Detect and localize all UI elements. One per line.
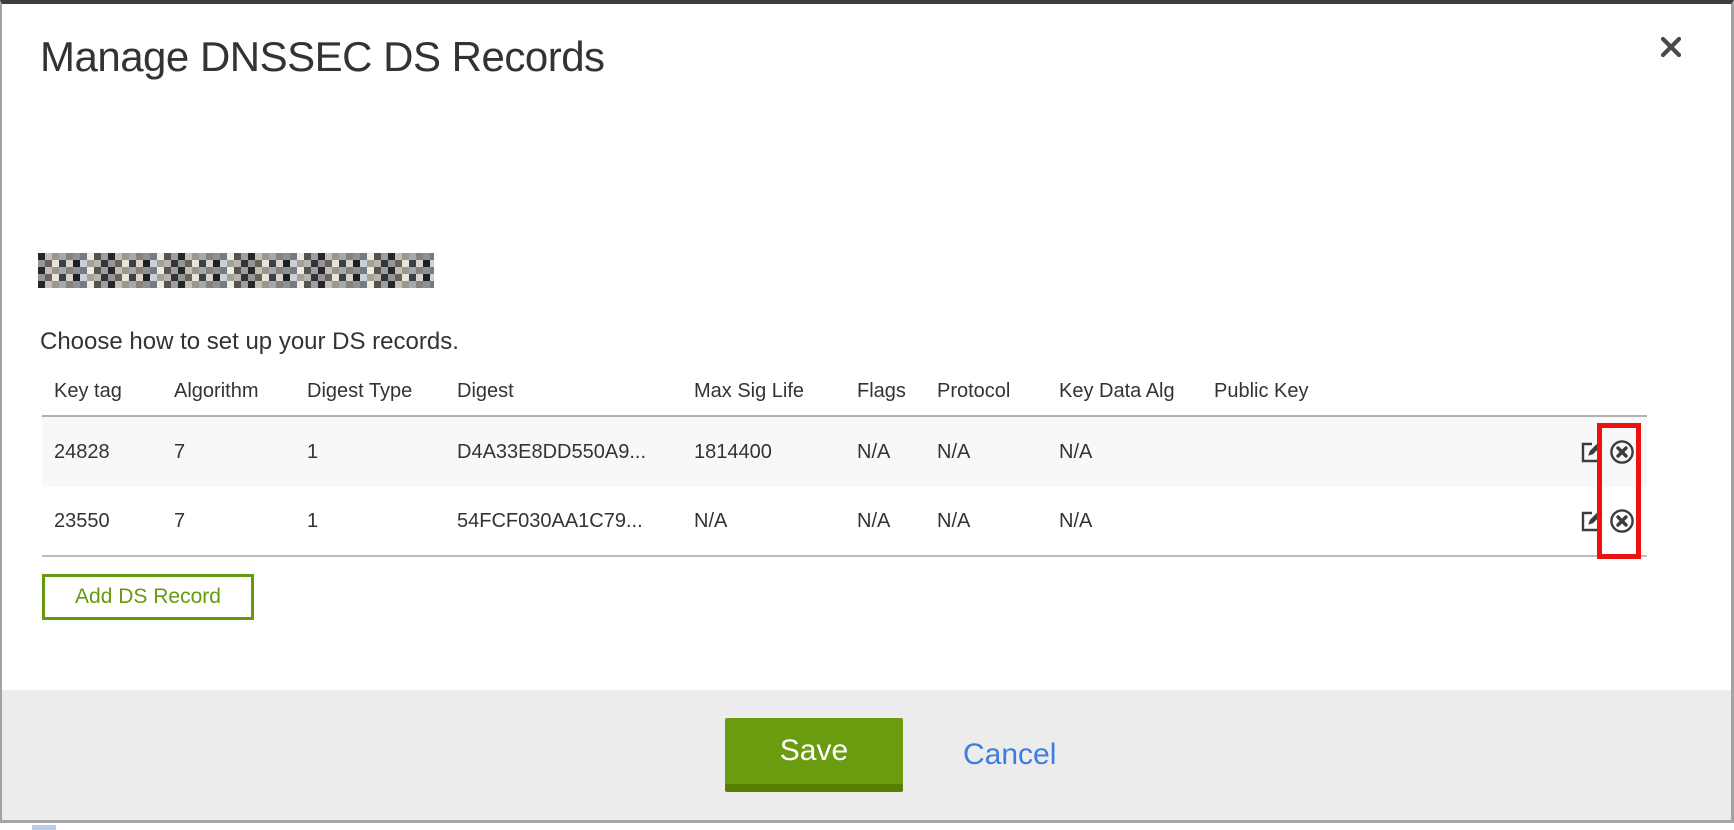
modal-footer: Save Cancel xyxy=(2,690,1731,820)
column-header-flags: Flags xyxy=(845,380,925,403)
cell-key-tag: 24828 xyxy=(42,441,162,464)
table-header-row: Key tag Algorithm Digest Type Digest Max… xyxy=(42,368,1647,417)
cell-max-sig-life: N/A xyxy=(682,510,845,533)
cell-algorithm: 7 xyxy=(162,441,295,464)
cell-key-tag: 23550 xyxy=(42,510,162,533)
table-row: 23550 7 1 54FCF030AA1C79... N/A N/A N/A … xyxy=(42,487,1647,557)
close-button[interactable] xyxy=(1652,28,1690,66)
cell-digest-type: 1 xyxy=(295,441,445,464)
close-icon xyxy=(1656,32,1686,62)
subtitle-text: Choose how to set up your DS records. xyxy=(40,328,459,356)
modal-title: Manage DNSSEC DS Records xyxy=(40,33,605,81)
page-background: Manage DNSSEC DS Records Choose how to s… xyxy=(0,0,1734,830)
column-header-key-tag: Key tag xyxy=(42,380,162,403)
column-header-digest-type: Digest Type xyxy=(295,380,445,403)
column-header-public-key: Public Key xyxy=(1202,380,1572,403)
cell-digest: D4A33E8DD550A9... xyxy=(445,441,682,464)
background-page-fragment xyxy=(32,825,56,830)
ds-records-table: Key tag Algorithm Digest Type Digest Max… xyxy=(42,368,1647,557)
manage-dnssec-modal: Manage DNSSEC DS Records Choose how to s… xyxy=(0,0,1734,823)
cell-digest: 54FCF030AA1C79... xyxy=(445,510,682,533)
add-ds-record-button[interactable]: Add DS Record xyxy=(42,574,254,620)
column-header-key-data-alg: Key Data Alg xyxy=(1047,380,1202,403)
table-row: 24828 7 1 D4A33E8DD550A9... 1814400 N/A … xyxy=(42,417,1647,487)
delete-circle-icon xyxy=(1609,439,1635,465)
edit-record-button[interactable] xyxy=(1579,439,1605,465)
edit-icon xyxy=(1579,508,1605,534)
column-header-algorithm: Algorithm xyxy=(162,380,295,403)
cell-protocol: N/A xyxy=(925,441,1047,464)
cancel-link[interactable]: Cancel xyxy=(963,738,1056,772)
edit-icon xyxy=(1579,439,1605,465)
cell-algorithm: 7 xyxy=(162,510,295,533)
cell-max-sig-life: 1814400 xyxy=(682,441,845,464)
row-actions xyxy=(1572,439,1647,465)
save-button[interactable]: Save xyxy=(725,718,903,792)
footer-actions: Save Cancel xyxy=(725,718,1056,792)
row-actions xyxy=(1572,508,1647,534)
cell-protocol: N/A xyxy=(925,510,1047,533)
cell-digest-type: 1 xyxy=(295,510,445,533)
cell-flags: N/A xyxy=(845,441,925,464)
cell-key-data-alg: N/A xyxy=(1047,510,1202,533)
cell-key-data-alg: N/A xyxy=(1047,441,1202,464)
delete-record-button[interactable] xyxy=(1609,508,1635,534)
cell-flags: N/A xyxy=(845,510,925,533)
delete-record-button[interactable] xyxy=(1609,439,1635,465)
redacted-domain-name xyxy=(38,253,434,288)
column-header-max-sig-life: Max Sig Life xyxy=(682,380,845,403)
delete-circle-icon xyxy=(1609,508,1635,534)
column-header-digest: Digest xyxy=(445,380,682,403)
column-header-protocol: Protocol xyxy=(925,380,1047,403)
edit-record-button[interactable] xyxy=(1579,508,1605,534)
